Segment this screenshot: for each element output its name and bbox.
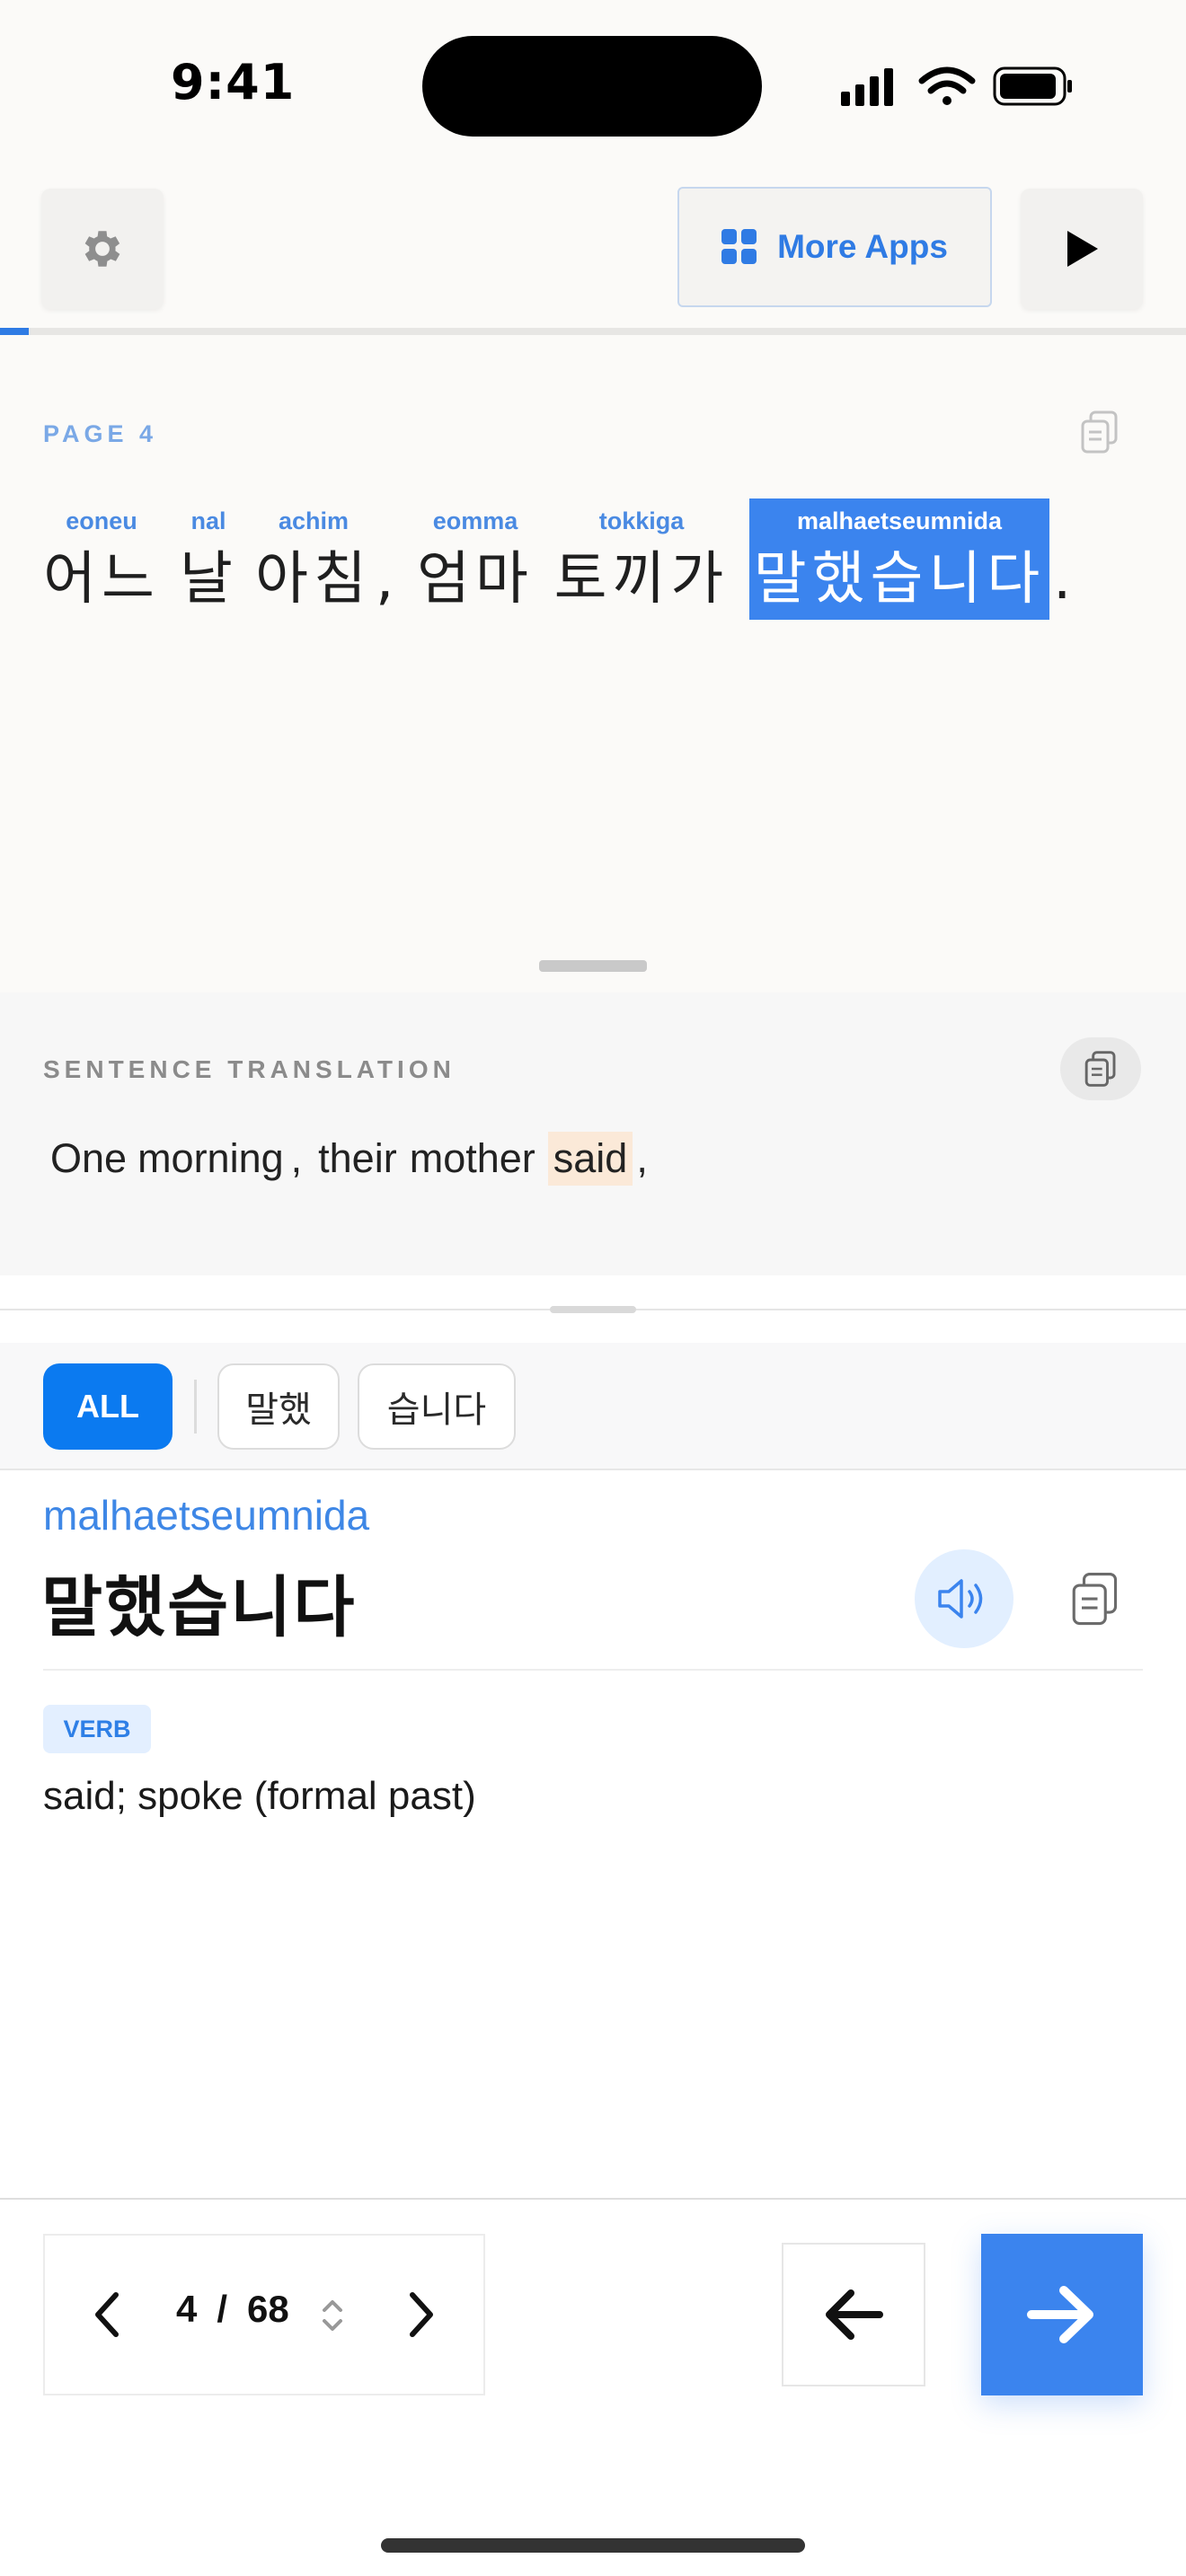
divider (43, 1669, 1143, 1671)
copy-word-button[interactable] (1064, 1563, 1127, 1635)
word-token-selected[interactable]: malhaetseumnida 말했습니다 (749, 498, 1049, 620)
punctuation-period: . (1053, 546, 1072, 613)
translation-word[interactable]: their (314, 1135, 401, 1182)
part-of-speech-badge: VERB (43, 1705, 151, 1753)
status-icons (841, 66, 1072, 106)
arrow-left-icon (826, 2289, 883, 2340)
play-icon (1067, 231, 1098, 267)
battery-icon (993, 66, 1072, 106)
word-romanization: malhaetseumnida (796, 507, 1003, 534)
signal-icon (841, 68, 893, 106)
next-page-button[interactable] (394, 2286, 447, 2343)
translation-word[interactable]: , (633, 1135, 651, 1182)
word-romanization: nal (190, 507, 226, 534)
translation-word[interactable]: morning (134, 1135, 288, 1182)
translation-word[interactable]: mother (406, 1135, 539, 1182)
chevron-up-down-icon[interactable] (318, 2296, 347, 2335)
word-korean: 토끼가 (553, 546, 730, 613)
filter-bar (0, 1343, 1186, 1470)
next-word-button[interactable] (981, 2234, 1143, 2395)
word-token[interactable]: eoneu 어느 (43, 498, 160, 620)
page-label: PAGE 4 (43, 420, 158, 447)
word-token[interactable]: achim 아침 (255, 498, 372, 620)
word-korean: 날 (180, 546, 238, 613)
word-token[interactable]: eomma 엄마 (417, 498, 534, 620)
gear-icon (84, 231, 120, 267)
home-indicator (381, 2538, 805, 2553)
arrow-right-icon (1027, 2286, 1093, 2343)
sheet-grabber[interactable] (550, 1306, 636, 1313)
copy-translation-button[interactable] (1060, 1037, 1141, 1100)
status-time: 9:41 (171, 54, 296, 110)
pane-resize-handle[interactable] (539, 960, 647, 972)
chevron-left-icon (95, 2292, 119, 2337)
chip-separator (194, 1380, 197, 1434)
current-page: 4 (176, 2288, 198, 2330)
copy-page-icon[interactable] (1078, 409, 1121, 455)
word-korean: 말했습니다 (753, 546, 1046, 613)
detail-korean-word: 말했습니다 (41, 1569, 357, 1646)
word-token[interactable]: nal 날 (180, 498, 237, 620)
dynamic-island (422, 36, 762, 137)
play-button[interactable] (1021, 189, 1143, 309)
word-definition: said; spoke (formal past) (43, 1774, 476, 1818)
settings-button[interactable] (41, 189, 164, 309)
reading-progress-fill (0, 328, 29, 335)
word-romanization: tokkiga (598, 507, 685, 534)
page-indicator[interactable]: 4 / 68 (176, 2288, 289, 2331)
translation-sentence: One morning , their mother said , (47, 1127, 651, 1190)
word-romanization: achim (278, 507, 350, 534)
filter-chip[interactable]: 말했 (217, 1363, 340, 1450)
detail-romanization: malhaetseumnida (43, 1492, 370, 1539)
reading-progress-track (0, 328, 1186, 335)
word-korean: 아침 (255, 546, 372, 613)
pronounce-button[interactable] (915, 1549, 1013, 1648)
word-korean: 어느 (43, 546, 160, 613)
translation-word[interactable]: , (288, 1135, 306, 1182)
word-token[interactable]: tokkiga 토끼가 (553, 498, 730, 620)
page-separator: / (217, 2288, 228, 2330)
copy-icon (1072, 1572, 1118, 1626)
previous-word-button[interactable] (782, 2243, 925, 2386)
divider (0, 2198, 1186, 2200)
translation-word-highlighted[interactable]: said (547, 1132, 633, 1186)
speaker-icon (938, 1579, 983, 1619)
more-apps-label: More Apps (777, 228, 948, 265)
punctuation-comma: , (376, 546, 394, 613)
top-toolbar (0, 171, 1186, 328)
filter-chip-all[interactable]: ALL (43, 1363, 173, 1450)
translation-label: SENTENCE TRANSLATION (43, 1055, 456, 1083)
copy-icon (1084, 1051, 1116, 1087)
word-romanization: eomma (432, 507, 518, 534)
previous-page-button[interactable] (81, 2286, 135, 2343)
grid-icon (721, 229, 757, 264)
word-korean: 엄마 (417, 546, 534, 613)
translation-word[interactable]: One (47, 1135, 130, 1182)
wifi-icon (918, 66, 976, 105)
total-pages: 68 (247, 2288, 289, 2330)
reading-pane (0, 335, 1186, 992)
filter-chip[interactable]: 습니다 (358, 1363, 516, 1450)
more-apps-button[interactable]: More Apps (677, 187, 992, 307)
word-romanization: eoneu (66, 507, 137, 534)
chevron-right-icon (410, 2292, 433, 2337)
